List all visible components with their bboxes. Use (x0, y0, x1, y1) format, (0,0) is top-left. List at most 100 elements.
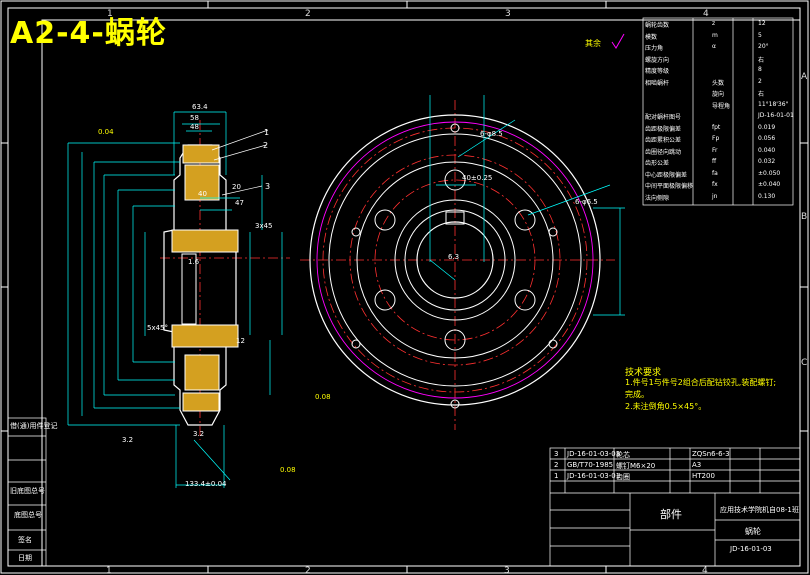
param-cell-0-0: 蜗轮齿数 (645, 22, 670, 29)
bom-row-2-mat: A3 (692, 461, 702, 469)
param-cell-12-1: ff (712, 158, 717, 165)
title-name: 蜗轮 (745, 527, 761, 536)
bom-row-3-mat: ZQSn6-6-3 (692, 450, 730, 458)
param-cell-2-2: 20° (758, 43, 769, 50)
param-cell-11-2: 0.040 (758, 146, 776, 154)
front-view (300, 95, 625, 430)
title-school: 应用技术学院机自08-1班 (720, 506, 799, 514)
param-cell-10-1: Fp (712, 135, 720, 142)
param-cell-1-2: 5 (758, 31, 762, 39)
note-holes: 6-φ8.5 (480, 130, 503, 138)
param-cell-14-0: 中间平面极限偏移 (645, 183, 694, 190)
strip-3: 底图总号 (14, 511, 42, 519)
zone-1: 1 (107, 9, 113, 19)
zone-2: 2 (305, 9, 311, 19)
section-view (67, 111, 290, 488)
param-cell-5-1: 头数 (712, 79, 725, 87)
param-cell-10-0: 齿距累积公差 (645, 137, 682, 144)
title-part: 部件 (660, 508, 682, 521)
tech-line-1: 1.件号1与件号2组合后配钻铰孔,装配螺钉; (625, 378, 777, 387)
dim-20: 20 (232, 183, 241, 191)
dim-63-4: 63.4 (192, 103, 208, 111)
dim-6-3: 6.3 (448, 253, 460, 261)
param-cell-9-1: fpt (712, 123, 721, 131)
tech-line-3: 2.未注倒角0.5×45°。 (625, 402, 707, 411)
param-cell-15-2: 0.130 (758, 192, 776, 200)
zone-3-bottom: 3 (504, 566, 510, 575)
param-cell-5-2: 2 (758, 77, 762, 85)
bom-row-1-mat: HT200 (692, 472, 715, 480)
param-cell-2-1: α (712, 43, 716, 50)
dim-keyway: 40±0.25 (462, 174, 493, 182)
roughness-other: 其余 (585, 39, 601, 48)
param-cell-14-1: fx (712, 181, 718, 188)
param-cell-7-1: 导程角 (712, 102, 731, 110)
bom-row-2-code: GB/T70-1985 (567, 461, 614, 469)
param-cell-4-0: 精度等级 (645, 68, 670, 75)
param-cell-1-0: 模数 (645, 33, 658, 41)
bom-row-1-code: JD-16-01-03-01 (567, 472, 621, 480)
drawing-border (41, 19, 801, 567)
dim-58: 58 (190, 114, 199, 122)
zone-a: A (801, 72, 808, 82)
part-label-2: 2 (263, 141, 269, 150)
bom-row-3-no: 3 (554, 450, 559, 458)
bom-row-1-no: 1 (554, 472, 559, 480)
param-cell-8-0: 配对蜗杆图号 (645, 114, 682, 121)
param-cell-3-2: 右 (758, 56, 765, 64)
zone-1-bottom: 1 (106, 566, 112, 575)
zone-3: 3 (505, 9, 511, 19)
dim-48: 48 (190, 123, 199, 131)
bom-row-2-name: 螺钉M6×20 (616, 462, 656, 470)
part-label-3: 3 (265, 182, 271, 191)
strip-2: 旧底图总号 (10, 487, 45, 495)
part-label-1: 1 (264, 128, 270, 137)
bom-row-1-name: 齿圈 (616, 473, 630, 481)
tol-flatness: 0.04 (98, 128, 114, 136)
drawing-title: A2-4-蜗轮 (10, 16, 167, 51)
param-cell-12-0: 齿形公差 (645, 160, 670, 167)
dim-40: 40 (198, 190, 207, 198)
param-cell-6-2: 右 (758, 91, 765, 98)
zone-4: 4 (703, 9, 709, 19)
dim-5x45: 5x45° (147, 324, 169, 332)
param-cell-11-1: Fr (712, 146, 718, 154)
param-cell-0-2: 12 (758, 20, 766, 27)
param-cell-5-0: 相啮蜗杆 (645, 79, 670, 87)
param-cell-15-0: 法向侧隙 (645, 194, 670, 202)
param-cell-13-1: fa (712, 169, 718, 177)
param-cell-10-2: 0.056 (758, 135, 776, 142)
param-cell-13-0: 中心距极限偏差 (645, 171, 688, 179)
drawing-canvas: { "title": "A2-4-蜗轮", "zones_top": ["1",… (0, 0, 810, 575)
dim-3x45: 3x45 (255, 222, 273, 230)
dim-bottom-3-2: 3.2 (122, 436, 134, 444)
param-cell-13-2: ±0.050 (758, 169, 781, 177)
param-cell-9-0: 齿距极限偏差 (645, 125, 682, 133)
bom-row-2-no: 2 (554, 461, 559, 469)
param-cell-2-0: 压力角 (645, 45, 664, 52)
param-cell-4-2: 8 (758, 66, 762, 73)
param-cell-6-1: 旋向 (712, 91, 725, 98)
param-cell-14-2: ±0.040 (758, 181, 781, 188)
zone-c: C (801, 358, 808, 368)
strip-4: 签名 (18, 536, 32, 544)
note-n-holes: 6-φ6.5 (575, 198, 598, 206)
tol-runout-bottom: 0.08 (280, 466, 296, 474)
dim-3-2b: 3.2 (193, 430, 205, 438)
title-drawing-no: JD-16-01-03 (730, 545, 772, 553)
param-cell-3-0: 螺旋方向 (645, 56, 670, 64)
param-cell-7-2: 11°18'36" (758, 100, 789, 108)
param-cell-1-1: m (712, 31, 718, 39)
dim-1-6: 1.6 (188, 258, 200, 266)
bom-row-3-name: 轮芯 (616, 451, 630, 459)
dim-47: 47 (235, 199, 244, 207)
param-cell-0-1: z (712, 20, 716, 27)
inner-frame (7, 7, 801, 567)
dim-133-4: 133.4±0.04 (185, 480, 227, 488)
zone-b: B (801, 212, 808, 222)
zone-2-bottom: 2 (305, 566, 311, 575)
outer-frame (0, 0, 809, 574)
bom-row-3-code: JD-16-01-03-03 (567, 450, 621, 458)
tol-runout-left: 0.08 (315, 393, 331, 401)
dim-12: 12 (236, 337, 245, 345)
